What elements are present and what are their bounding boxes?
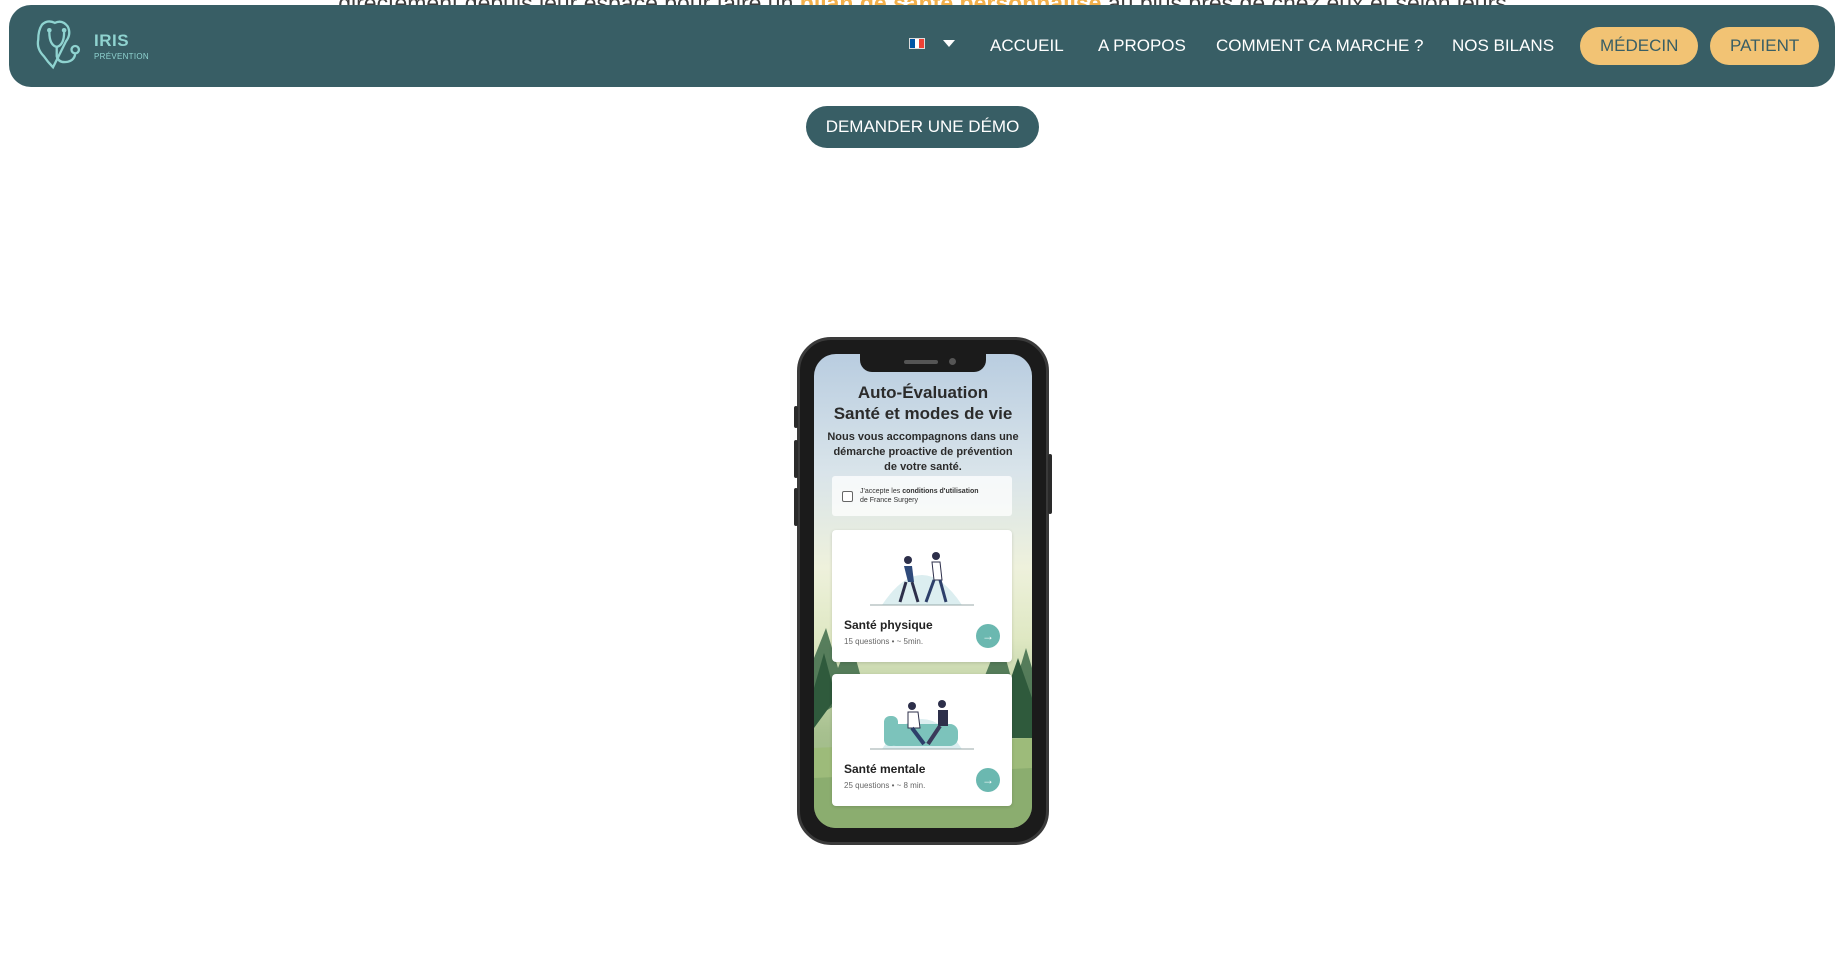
phone-mockup: Auto-Évaluation Santé et modes de vie No…: [794, 337, 1052, 845]
phone-power-button: [1048, 454, 1052, 514]
phone-side-button: [794, 440, 798, 478]
language-selector[interactable]: [909, 38, 955, 49]
logo-sub: PRÉVENTION: [93, 51, 149, 61]
card-sante-physique[interactable]: Santé physique 15 questions • ~ 5min. →: [832, 530, 1012, 662]
medecin-button[interactable]: MÉDECIN: [1580, 27, 1699, 65]
nav-link-a-propos[interactable]: A PROPOS: [1098, 36, 1186, 56]
card-sante-mentale[interactable]: Santé mentale 25 questions • ~ 8 min. →: [832, 674, 1012, 806]
arrow-right-icon[interactable]: →: [976, 768, 1000, 792]
phone-side-button: [794, 488, 798, 526]
card-title: Santé physique: [844, 618, 933, 632]
people-on-sofa-illustration: [870, 700, 974, 750]
chevron-down-icon: [943, 40, 955, 47]
card-title: Santé mentale: [844, 762, 926, 776]
terms-checkbox[interactable]: [842, 490, 853, 502]
card-meta: 25 questions • ~ 8 min.: [844, 781, 926, 790]
logo[interactable]: IRIS PRÉVENTION: [29, 13, 149, 79]
card-meta: 15 questions • ~ 5min.: [844, 637, 924, 646]
phone-notch: [860, 354, 986, 372]
navbar: IRIS PRÉVENTION ACCUEIL A PROPOS COMMENT…: [9, 5, 1835, 87]
terms-acceptance[interactable]: J'accepte les conditions d'utilisation d…: [832, 476, 1012, 516]
nav-link-comment-ca-marche[interactable]: COMMENT CA MARCHE ?: [1216, 36, 1424, 56]
nav-link-accueil[interactable]: ACCUEIL: [990, 36, 1064, 56]
phone-side-button: [794, 406, 798, 428]
screen-subtitle: Nous vous accompagnons dans une démarche…: [827, 431, 1019, 473]
patient-button[interactable]: PATIENT: [1710, 27, 1820, 65]
screen-title: Auto-Évaluation Santé et modes de vie: [833, 383, 1013, 423]
logo-icon: [36, 20, 81, 70]
nav-link-nos-bilans[interactable]: NOS BILANS: [1452, 36, 1554, 56]
running-people-illustration: [870, 552, 974, 606]
logo-name: IRIS: [93, 30, 130, 50]
terms-label: J'accepte les conditions d'utilisation d…: [860, 488, 979, 504]
phone-screen: Auto-Évaluation Santé et modes de vie No…: [814, 354, 1032, 828]
arrow-right-icon[interactable]: →: [976, 624, 1000, 648]
french-flag-icon: [909, 38, 925, 49]
request-demo-button[interactable]: DEMANDER UNE DÉMO: [806, 106, 1039, 148]
